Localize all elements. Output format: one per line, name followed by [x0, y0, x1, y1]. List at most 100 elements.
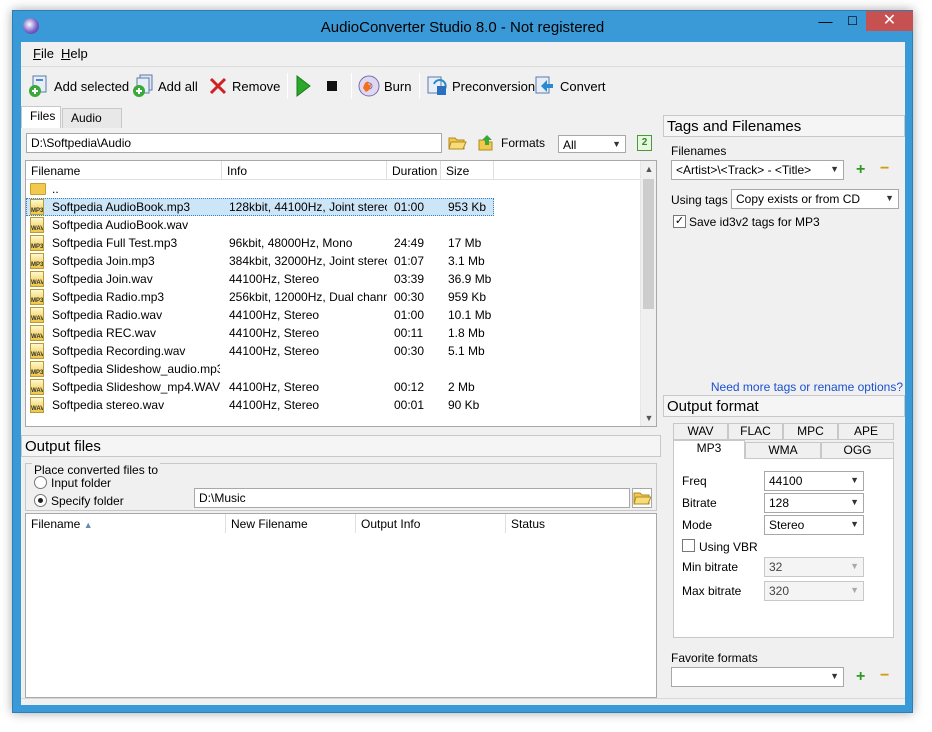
out-column-new-filename[interactable]: New Filename	[226, 514, 356, 533]
go-up-button[interactable]	[476, 133, 496, 153]
more-tags-link[interactable]: Need more tags or rename options?	[711, 380, 903, 394]
filenames-value: <Artist>\<Track> - <Title>	[676, 163, 812, 177]
file-name: Softpedia Slideshow_audio.mp3	[52, 362, 220, 376]
file-row[interactable]: WAV Softpedia Recording.wav 44100Hz, Stere…	[26, 342, 642, 360]
parent-folder-row[interactable]: ..	[26, 180, 642, 198]
out-column-output-info[interactable]: Output Info	[356, 514, 506, 533]
mp3-file-icon: MP3	[30, 253, 44, 269]
file-size: 1.8 Mb	[448, 326, 485, 340]
file-row[interactable]: WAV Softpedia REC.wav 44100Hz, Stereo 00:11…	[26, 324, 642, 342]
save-id3-label: Save id3v2 tags for MP3	[689, 215, 820, 229]
specify-folder-radio[interactable]	[34, 494, 47, 507]
path-input[interactable]: D:\Softpedia\Audio	[26, 133, 442, 153]
file-info: 44100Hz, Stereo	[229, 326, 320, 340]
max-bitrate-select[interactable]: 320 ▼	[764, 581, 864, 601]
mode-select[interactable]: Stereo ▼	[764, 515, 864, 535]
filenames-select[interactable]: <Artist>\<Track> - <Title> ▼	[671, 160, 844, 180]
scroll-thumb[interactable]	[643, 179, 654, 309]
file-row[interactable]: WAV Softpedia stereo.wav 44100Hz, Stereo 00…	[26, 396, 642, 414]
close-button[interactable]: ✕	[866, 11, 913, 31]
out-column-filename[interactable]: Filename ▲	[26, 514, 226, 533]
output-browse-button[interactable]	[632, 488, 652, 508]
destination-group: Place converted files to Input folder Sp…	[25, 463, 657, 511]
min-bitrate-select[interactable]: 32 ▼	[764, 557, 864, 577]
tab-mpc[interactable]: MPC	[783, 423, 838, 440]
tab-ape[interactable]: APE	[838, 423, 894, 440]
using-tags-value: Copy exists or from CD	[736, 192, 861, 206]
file-size: 2 Mb	[448, 380, 475, 394]
toolbar: Add selected Add all Remove Burn Preconv…	[21, 66, 905, 104]
burn-button[interactable]: Burn	[357, 71, 411, 101]
tab-ogg[interactable]: OGG	[821, 442, 894, 459]
out-column-status[interactable]: Status	[506, 514, 658, 533]
output-files-header: Output files	[21, 435, 661, 457]
tab-wav[interactable]: WAV	[673, 423, 728, 440]
add-filename-template-button[interactable]: +	[856, 162, 865, 178]
wav-file-icon: WAV	[30, 397, 44, 413]
file-row[interactable]: MP3 Softpedia Join.mp3 384kbit, 32000Hz, J…	[26, 252, 642, 270]
file-info: 384kbit, 32000Hz, Joint stereo	[229, 254, 387, 268]
tab-wma[interactable]: WMA	[745, 442, 821, 459]
output-folder-input[interactable]: D:\Music	[194, 488, 630, 508]
file-row[interactable]: WAV Softpedia Slideshow_mp4.WAV 44100Hz, S…	[26, 378, 642, 396]
file-list[interactable]: Filename Info Duration Size .. MP3 Softpe…	[25, 160, 657, 427]
add-all-button[interactable]: Add all	[131, 71, 198, 101]
bitrate-select[interactable]: 128 ▼	[764, 493, 864, 513]
convert-label: Convert	[560, 78, 606, 94]
scroll-down-icon[interactable]: ▼	[641, 410, 656, 426]
vbr-checkbox[interactable]	[682, 539, 695, 552]
maximize-button[interactable]: ☐	[839, 11, 866, 31]
add-favorite-button[interactable]: +	[856, 669, 865, 685]
file-row[interactable]: WAV Softpedia AudioBook.wav	[26, 216, 642, 234]
minimize-button[interactable]: —	[812, 11, 839, 31]
column-duration[interactable]: Duration	[387, 161, 441, 180]
using-tags-select[interactable]: Copy exists or from CD ▼	[731, 189, 899, 209]
favorite-formats-select[interactable]: ▼	[671, 667, 844, 687]
stop-button[interactable]	[324, 71, 343, 101]
tab-flac[interactable]: FLAC	[728, 423, 783, 440]
output-list[interactable]: Filename ▲ New Filename Output Info Stat…	[25, 513, 657, 698]
output-format-header: Output format	[663, 395, 905, 417]
file-name: Softpedia stereo.wav	[52, 398, 165, 412]
file-row[interactable]: MP3 Softpedia Full Test.mp3 96kbit, 48000H…	[26, 234, 642, 252]
refresh-button[interactable]: 2	[637, 135, 652, 151]
column-size[interactable]: Size	[441, 161, 494, 180]
input-folder-radio[interactable]	[34, 476, 47, 489]
remove-favorite-button[interactable]: −	[880, 668, 889, 684]
browse-folder-button[interactable]	[447, 133, 467, 153]
play-button[interactable]	[293, 71, 316, 101]
formats-select[interactable]: All ▼	[558, 135, 626, 153]
remove-filename-template-button[interactable]: −	[880, 161, 889, 177]
file-duration: 00:01	[394, 398, 425, 412]
specify-folder-label: Specify folder	[51, 494, 124, 508]
refresh-icon: 2	[641, 137, 648, 148]
column-info[interactable]: Info	[222, 161, 387, 180]
tab-files[interactable]: Files	[21, 106, 61, 128]
folder-icon	[30, 183, 46, 195]
menu-file[interactable]: File	[33, 46, 54, 61]
tab-mp3[interactable]: MP3	[673, 440, 745, 459]
file-row[interactable]: WAV Softpedia Join.wav 44100Hz, Stereo 03:3…	[26, 270, 642, 288]
file-name: Softpedia Slideshow_mp4.WAV	[52, 380, 220, 394]
menu-help[interactable]: Help	[61, 46, 88, 61]
scroll-up-icon[interactable]: ▲	[641, 161, 656, 177]
file-row[interactable]: WAV Softpedia Radio.wav 44100Hz, Stereo 01:…	[26, 306, 642, 324]
file-row[interactable]: MP3 Softpedia Radio.mp3 256kbit, 12000Hz, …	[26, 288, 642, 306]
add-selected-button[interactable]: Add selected	[27, 71, 129, 101]
file-row[interactable]: MP3 Softpedia AudioBook.mp3 128kbit, 44100…	[26, 198, 642, 216]
column-filename[interactable]: Filename	[26, 161, 222, 180]
save-id3-checkbox[interactable]: ✓	[673, 215, 686, 228]
remove-button[interactable]: Remove	[207, 71, 280, 101]
freq-select[interactable]: 44100 ▼	[764, 471, 864, 491]
file-row[interactable]: MP3 Softpedia Slideshow_audio.mp3	[26, 360, 642, 378]
max-bitrate-label: Max bitrate	[682, 584, 742, 598]
preconversion-button[interactable]: Preconversion	[425, 71, 535, 101]
file-size: 90 Kb	[448, 398, 480, 412]
file-list-scrollbar[interactable]: ▲ ▼	[640, 161, 656, 426]
convert-button[interactable]: Convert	[533, 71, 606, 101]
menu-file-accel: F	[33, 46, 41, 61]
mp3-file-icon: MP3	[30, 199, 44, 215]
status-bar	[21, 698, 905, 705]
file-info: 44100Hz, Stereo	[229, 272, 320, 286]
tab-audio-cd[interactable]: Audio CD	[62, 108, 122, 143]
